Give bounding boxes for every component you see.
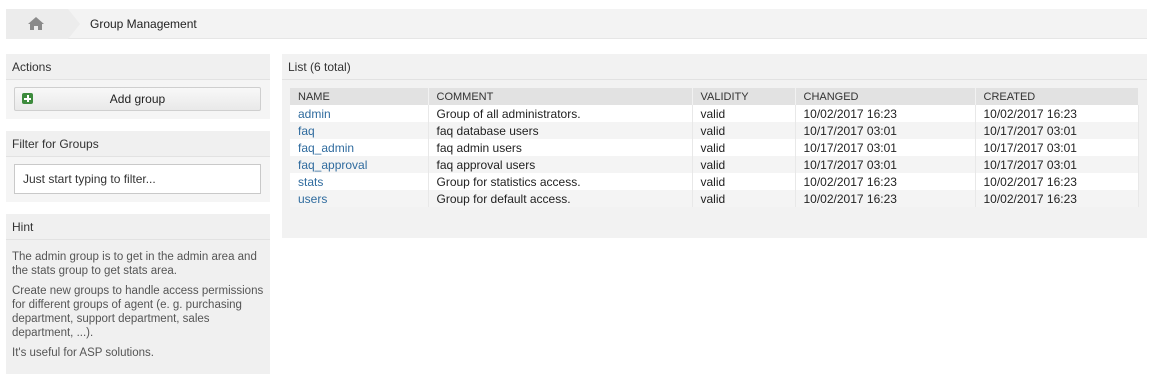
add-group-label: Add group — [109, 92, 166, 106]
sidebar: Actions Add group Filter for Groups Hint… — [6, 54, 270, 386]
group-created: 10/17/2017 03:01 — [975, 122, 1139, 139]
column-header-created[interactable]: CREATED — [975, 88, 1139, 105]
group-changed: 10/17/2017 03:01 — [795, 122, 976, 139]
group-created: 10/17/2017 03:01 — [975, 139, 1139, 156]
column-header-validity[interactable]: VALIDITY — [692, 88, 796, 105]
home-icon — [28, 17, 44, 30]
table-row[interactable]: users Group for default access. valid 10… — [290, 190, 1139, 207]
group-created: 10/02/2017 16:23 — [975, 173, 1139, 190]
add-group-button[interactable]: Add group — [14, 87, 261, 111]
group-comment: Group for default access. — [428, 190, 693, 207]
column-header-name[interactable]: NAME — [290, 88, 429, 105]
group-name-link[interactable]: users — [290, 190, 429, 207]
breadcrumb-home[interactable] — [6, 9, 80, 39]
hint-box: Hint The admin group is to get in the ad… — [6, 214, 270, 374]
group-changed: 10/02/2017 16:23 — [795, 190, 976, 207]
group-table: NAME COMMENT VALIDITY CHANGED CREATED ad… — [290, 88, 1139, 207]
group-comment: faq approval users — [428, 156, 693, 173]
group-validity: valid — [692, 122, 796, 139]
table-header-row: NAME COMMENT VALIDITY CHANGED CREATED — [290, 88, 1139, 105]
group-validity: valid — [692, 105, 796, 122]
group-created: 10/02/2017 16:23 — [975, 105, 1139, 122]
table-row[interactable]: faq_approval faq approval users valid 10… — [290, 156, 1139, 173]
group-created: 10/17/2017 03:01 — [975, 156, 1139, 173]
group-comment: Group of all administrators. — [428, 105, 693, 122]
group-comment: Group for statistics access. — [428, 173, 693, 190]
hint-paragraph: It's useful for ASP solutions. — [12, 347, 154, 359]
actions-header: Actions — [6, 54, 270, 80]
breadcrumb: Group Management — [6, 9, 1147, 39]
hint-paragraph: Create new groups to handle access permi… — [12, 285, 264, 339]
group-changed: 10/17/2017 03:01 — [795, 139, 976, 156]
table-row[interactable]: admin Group of all administrators. valid… — [290, 105, 1139, 122]
filter-input[interactable] — [14, 164, 261, 194]
group-validity: valid — [692, 139, 796, 156]
group-list-panel: List (6 total) NAME COMMENT VALIDITY CHA… — [282, 54, 1147, 238]
group-changed: 10/02/2017 16:23 — [795, 105, 976, 122]
group-validity: valid — [692, 173, 796, 190]
group-name-link[interactable]: stats — [290, 173, 429, 190]
group-changed: 10/17/2017 03:01 — [795, 156, 976, 173]
group-changed: 10/02/2017 16:23 — [795, 173, 976, 190]
table-row[interactable]: stats Group for statistics access. valid… — [290, 173, 1139, 190]
plus-square-icon — [22, 93, 33, 104]
column-header-changed[interactable]: CHANGED — [795, 88, 976, 105]
group-created: 10/02/2017 16:23 — [975, 190, 1139, 207]
page-title: Group Management — [90, 17, 197, 31]
column-header-comment[interactable]: COMMENT — [428, 88, 693, 105]
table-row[interactable]: faq_admin faq admin users valid 10/17/20… — [290, 139, 1139, 156]
group-validity: valid — [692, 156, 796, 173]
group-name-link[interactable]: admin — [290, 105, 429, 122]
filter-header: Filter for Groups — [6, 131, 270, 157]
group-name-link[interactable]: faq_approval — [290, 156, 429, 173]
hint-paragraph: The admin group is to get in the admin a… — [12, 251, 257, 277]
filter-box: Filter for Groups — [6, 131, 270, 202]
group-validity: valid — [692, 190, 796, 207]
actions-box: Actions Add group — [6, 54, 270, 119]
group-name-link[interactable]: faq — [290, 122, 429, 139]
group-comment: faq database users — [428, 122, 693, 139]
table-row[interactable]: faq faq database users valid 10/17/2017 … — [290, 122, 1139, 139]
group-name-link[interactable]: faq_admin — [290, 139, 429, 156]
group-comment: faq admin users — [428, 139, 693, 156]
list-header: List (6 total) — [282, 54, 1147, 80]
hint-header: Hint — [6, 214, 270, 240]
